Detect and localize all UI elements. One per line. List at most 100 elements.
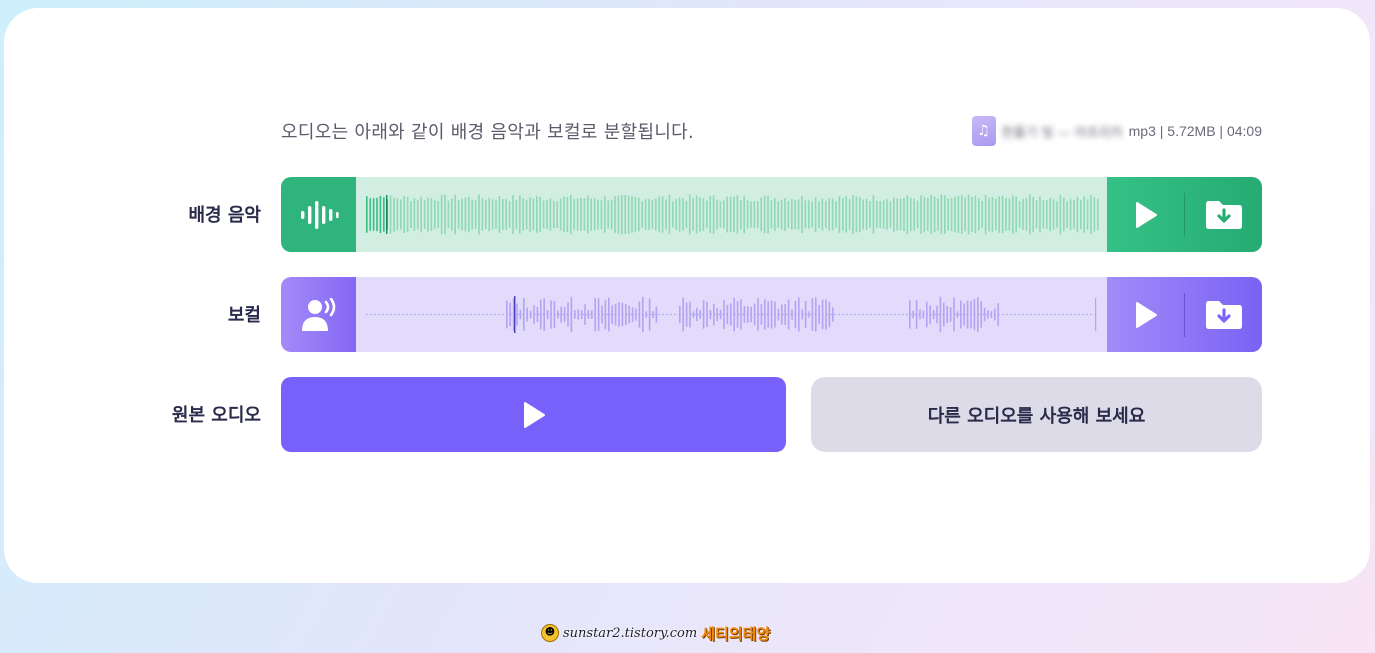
waveform-bar [642,296,644,333]
waveform-bar [631,196,633,233]
vocal-waveform[interactable] [356,277,1107,352]
playhead[interactable] [386,195,388,234]
waveform-bar [974,195,977,234]
waveform-bar [651,199,654,230]
waveform-bar [987,310,989,319]
waveform-bar [980,301,982,328]
waveform-bar [845,196,847,233]
waveform-bar [563,307,566,322]
waveform-bar [767,301,769,328]
waveform-bar [960,300,962,329]
waveform-bar [787,201,790,228]
waveform-bar [1073,200,1075,229]
music-download-button[interactable] [1185,177,1262,252]
waveform-bar [502,199,504,230]
waveform-bar [519,195,521,234]
waveform-bar [808,200,810,229]
waveform-bar [784,304,786,325]
waveform-bar [947,198,949,231]
waveform-bar [420,196,422,233]
waveform-bar [668,194,671,235]
waveform-bar [862,199,864,230]
waveform-bar [828,198,830,231]
download-folder-icon [1205,300,1242,329]
waveform-bar [926,301,928,328]
waveform-bar [560,306,562,323]
waveform-bar [797,199,800,230]
music-waveform[interactable] [356,177,1107,252]
waveform-bar [702,300,705,329]
waveform-bar [818,200,820,229]
waveform-bar [933,196,936,233]
waveform-bar [1056,201,1058,228]
waveform-bar [740,199,742,230]
waveform-bar [427,197,429,232]
waveform-bar [915,300,918,329]
vocal-download-button[interactable] [1185,277,1262,352]
original-play-button[interactable] [281,377,786,452]
waveform-bar [519,309,522,320]
waveform-bar [726,304,729,325]
waveform-bar [546,309,549,320]
waveform-bar [607,200,609,229]
waveform-bar [747,306,749,323]
waveform-bar [706,301,708,328]
waveform-bar [454,194,456,235]
speaking-person-icon [281,277,356,352]
waveform-bar [957,195,960,234]
waveform-bar [791,199,793,230]
waveform-bar [899,198,902,231]
waveform-bar [682,198,684,231]
waveform-bar [1008,198,1011,231]
waveform-bar [794,300,797,329]
waveform-bar [550,300,552,329]
waveform-bar [971,197,973,232]
waveform-bar [410,200,412,229]
waveform-bar [525,199,528,230]
waveform-bar [988,197,990,232]
waveform-bar [508,200,511,229]
waveform-bar [967,194,970,235]
waveform-bar [916,200,919,229]
waveform-bar [736,301,739,328]
waveform-bar [903,197,905,232]
waveform-bar [750,201,752,228]
waveform-bar [638,197,640,232]
waveform-bar [634,197,637,232]
waveform-bar [922,310,925,319]
waveform-bar [580,198,582,231]
waveform-bar [973,298,976,331]
waveform-bar [393,197,395,232]
waveform-bar [440,194,443,235]
waveform-bar [791,309,793,320]
waveform-bar [549,198,552,231]
waveform-bar [780,199,783,230]
waveform-bar [1042,200,1045,229]
waveform-bar [576,198,579,231]
waveform-bar [726,196,728,233]
waveform-bar [403,196,405,233]
vocal-play-button[interactable] [1107,277,1184,352]
waveform-bar [1093,197,1096,232]
music-play-button[interactable] [1107,177,1184,252]
waveform-bar [553,200,555,229]
watermark-name: 세티의태양 [701,624,771,643]
waveform-bar [719,201,722,228]
waveform-bar [495,200,497,229]
waveform-bar [594,297,596,332]
waveform-bar [1080,199,1082,230]
waveform-bar [464,197,467,232]
waveform-bar [767,195,769,234]
waveform-bar [522,198,524,231]
waveform-bar [709,195,711,234]
playhead[interactable] [514,296,516,333]
waveform-bar [920,195,922,234]
waveform-bar [1066,201,1068,228]
try-other-audio-button[interactable]: 다른 오디오를 사용해 보세요 [811,377,1262,452]
waveform-bar [682,297,684,332]
waveform-bar [597,199,599,230]
waveform-bar [437,201,439,228]
waveform-bar [1039,196,1041,233]
waveform-bar [591,310,593,319]
waveform-bar [831,198,834,231]
